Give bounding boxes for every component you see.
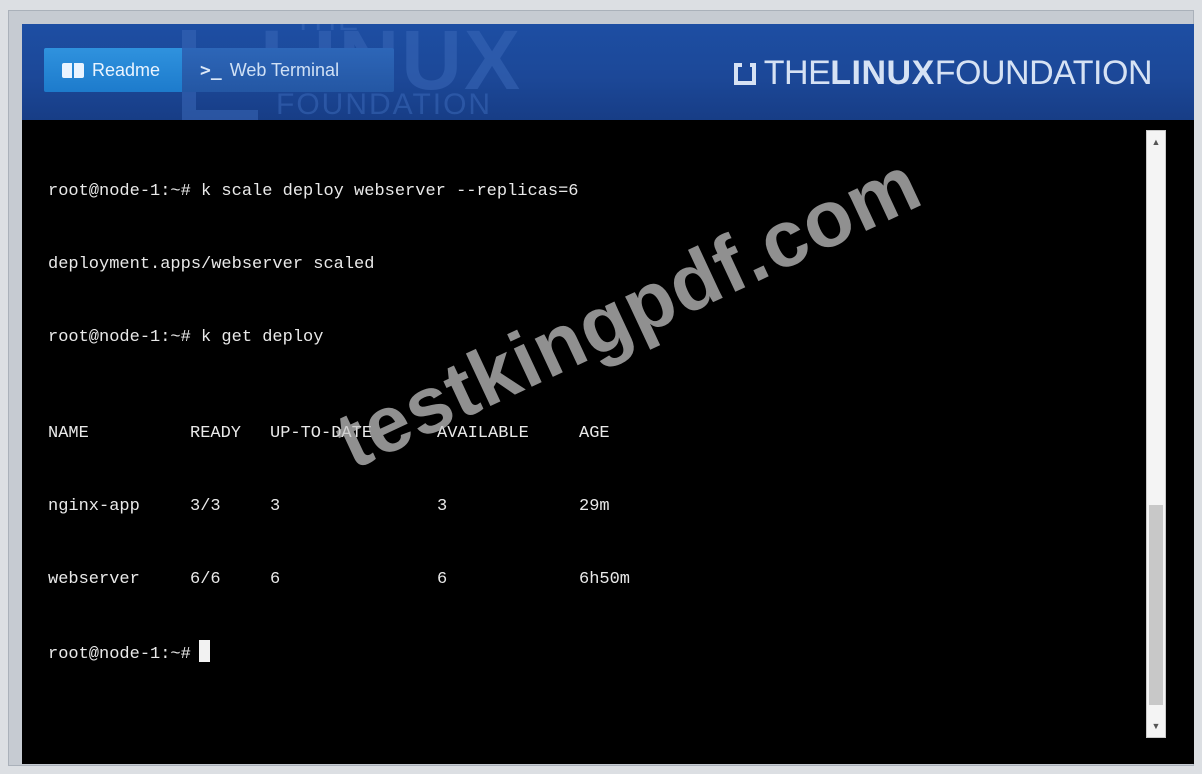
- scrollbar-thumb[interactable]: [1149, 505, 1163, 705]
- terminal-prompt-line[interactable]: root@node-1:~#: [48, 640, 1138, 664]
- table-cell: 6: [437, 569, 448, 589]
- brand-prefix: THE: [763, 54, 831, 92]
- terminal-line: root@node-1:~# k scale deploy webserver …: [48, 182, 579, 202]
- table-cell: 6h50m: [579, 569, 631, 589]
- table-cell: nginx-app: [48, 496, 140, 516]
- table-header-row: NAME READY UP-TO-DATE AVAILABLE AGE: [48, 422, 1138, 446]
- terminal-icon: >_: [200, 59, 222, 81]
- terminal-prompt: root@node-1:~#: [48, 645, 191, 665]
- table-row: nginx-app 3/3 3 3 29m: [48, 495, 1138, 519]
- exam-terminal-app: THE LINUX FOUNDATION Readme >_ Web Termi…: [22, 24, 1194, 764]
- tab-web-terminal-label: Web Terminal: [229, 59, 340, 80]
- scroll-up-arrow-icon[interactable]: ▲: [1147, 133, 1165, 151]
- brand-bold: LINUX: [830, 54, 935, 92]
- scroll-down-arrow-icon[interactable]: ▼: [1147, 717, 1165, 735]
- table-header-cell: READY: [190, 424, 242, 444]
- linux-foundation-mark-icon: [733, 62, 756, 85]
- table-cell: 3/3: [190, 496, 221, 516]
- table-cell: 6/6: [190, 569, 221, 589]
- tab-readme[interactable]: Readme: [44, 48, 182, 92]
- background-logo-line1: THE: [294, 24, 360, 38]
- linux-foundation-logo: THE LINUX FOUNDATION: [733, 54, 1153, 93]
- book-icon: [62, 62, 84, 78]
- table-header-cell: AVAILABLE: [437, 424, 529, 444]
- table-header-cell: NAME: [48, 424, 89, 444]
- table-cell: webserver: [48, 569, 140, 589]
- table-header-cell: AGE: [579, 424, 610, 444]
- terminal-scrollbar[interactable]: ▲ ▼: [1146, 130, 1166, 738]
- table-cell: 29m: [579, 496, 610, 516]
- table-header-cell: UP-TO-DATE: [270, 424, 373, 444]
- header-bar: THE LINUX FOUNDATION Readme >_ Web Termi…: [22, 24, 1194, 120]
- table-cell: 3: [270, 496, 281, 516]
- terminal-cursor: [198, 640, 210, 663]
- tab-bar: Readme >_ Web Terminal: [44, 48, 394, 92]
- table-cell: 3: [437, 496, 448, 516]
- tab-readme-label: Readme: [92, 59, 161, 80]
- tab-web-terminal[interactable]: >_ Web Terminal: [182, 48, 394, 92]
- brand-suffix: FOUNDATION: [934, 54, 1153, 92]
- background-logo-line3: FOUNDATION: [276, 88, 493, 120]
- table-row: webserver 6/6 6 6 6h50m: [48, 568, 1138, 592]
- terminal-line: root@node-1:~# k get deploy: [48, 327, 324, 347]
- terminal-line: deployment.apps/webserver scaled: [48, 255, 375, 274]
- table-cell: 6: [270, 569, 281, 589]
- terminal-output[interactable]: root@node-1:~# k scale deploy webserver …: [48, 132, 1138, 732]
